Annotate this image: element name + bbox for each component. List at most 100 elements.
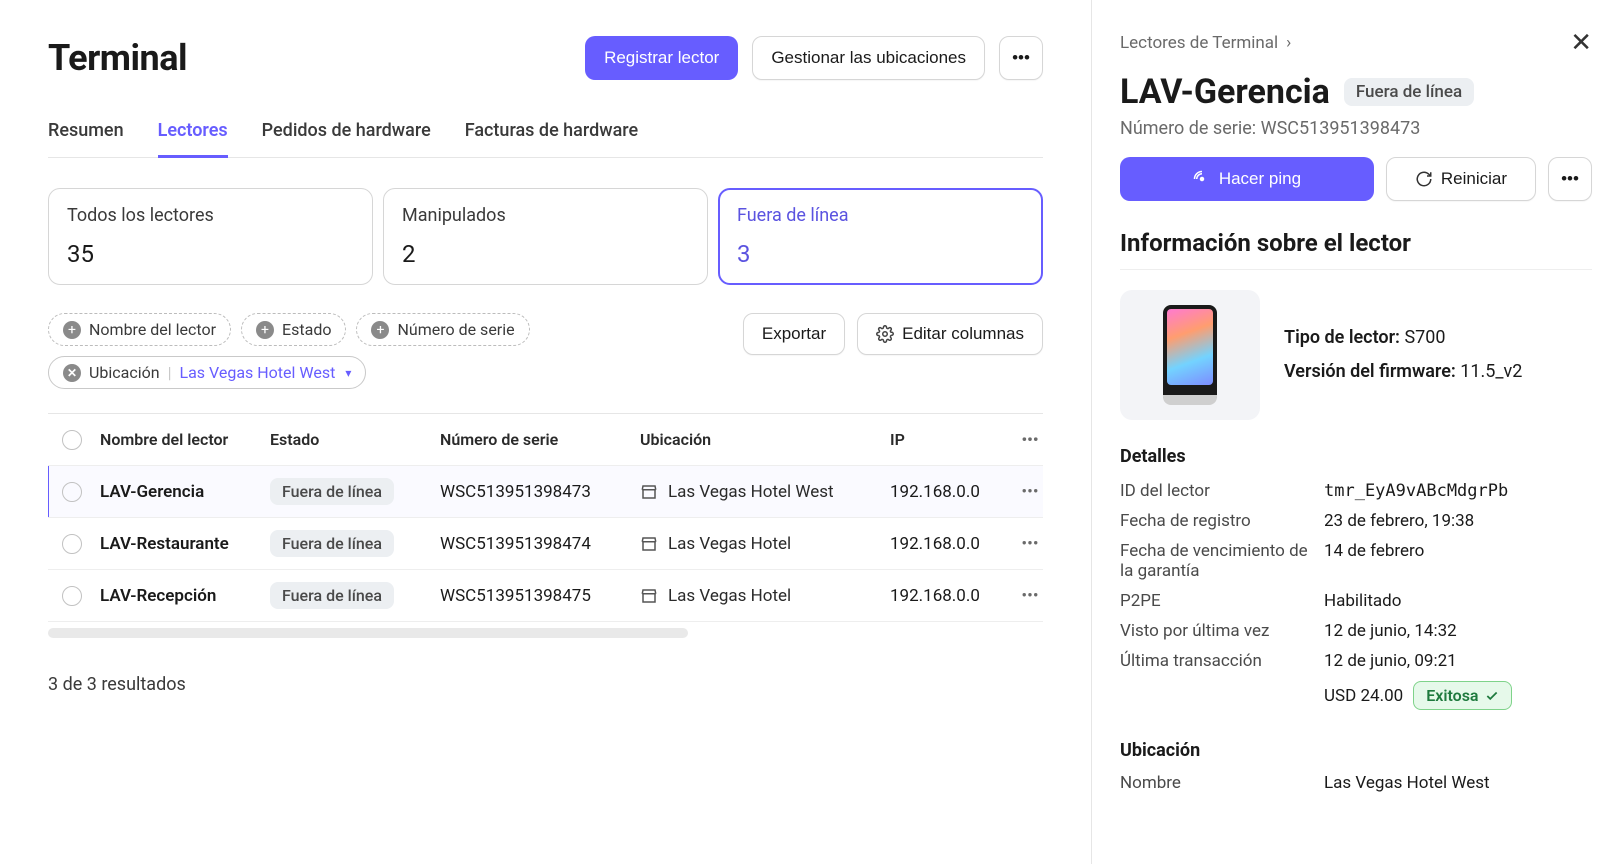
stat-value: 3: [737, 240, 1024, 268]
manage-locations-button[interactable]: Gestionar las ubicaciones: [752, 36, 985, 80]
kv-value: Las Vegas Hotel West: [1324, 773, 1592, 793]
detail-actions: Hacer ping Reiniciar •••: [1120, 157, 1592, 201]
row-checkbox[interactable]: [62, 586, 82, 606]
breadcrumb-row: Lectores de Terminal › ✕: [1120, 28, 1592, 58]
kv-value: 23 de febrero, 19:38: [1324, 511, 1592, 531]
row-more-button[interactable]: •••: [1006, 586, 1043, 606]
kv-label: Nombre: [1120, 773, 1310, 793]
reader-type-label: Tipo de lector:: [1284, 327, 1400, 348]
overflow-menu-button[interactable]: •••: [999, 36, 1043, 80]
ping-icon: [1193, 170, 1211, 188]
col-name[interactable]: Nombre del lector: [96, 430, 266, 449]
col-ip[interactable]: IP: [886, 430, 1006, 449]
section-title-info: Información sobre el lector: [1120, 229, 1592, 270]
restart-button[interactable]: Reiniciar: [1386, 157, 1536, 201]
restart-icon: [1415, 170, 1433, 188]
row-more-button[interactable]: •••: [1006, 534, 1043, 554]
edit-columns-button[interactable]: Editar columnas: [857, 313, 1043, 355]
stat-card-offline[interactable]: Fuera de línea 3: [718, 188, 1043, 285]
row-checkbox[interactable]: [62, 534, 82, 554]
cell-location: Las Vegas Hotel: [636, 534, 886, 554]
table-row[interactable]: LAV-Restaurante Fuera de línea WSC513951…: [48, 518, 1043, 570]
chip-label: Nombre del lector: [89, 320, 216, 339]
tab-hardware-invoices[interactable]: Facturas de hardware: [465, 120, 638, 157]
store-icon: [640, 483, 658, 501]
breadcrumb-label: Lectores de Terminal: [1120, 33, 1278, 53]
reader-type-value: S700: [1404, 327, 1445, 348]
results-count: 3 de 3 resultados: [48, 674, 1043, 695]
detail-title-row: LAV-Gerencia Fuera de línea: [1120, 72, 1592, 112]
col-state[interactable]: Estado: [266, 430, 436, 449]
chip-label: Ubicación: [89, 363, 160, 382]
x-circle-icon[interactable]: ✕: [63, 364, 81, 382]
plus-circle-icon: +: [63, 321, 81, 339]
main-panel: Terminal Registrar lector Gestionar las …: [0, 0, 1092, 864]
row-checkbox[interactable]: [62, 482, 82, 502]
tab-hardware-orders[interactable]: Pedidos de hardware: [262, 120, 431, 157]
table-row[interactable]: LAV-Recepción Fuera de línea WSC51395139…: [48, 570, 1043, 622]
page-title: Terminal: [48, 37, 187, 79]
select-all-checkbox[interactable]: [62, 430, 82, 450]
export-button[interactable]: Exportar: [743, 313, 845, 355]
stat-card-tampered[interactable]: Manipulados 2: [383, 188, 708, 285]
chip-label: Estado: [282, 320, 331, 339]
kv-value: 12 de junio, 14:32: [1324, 621, 1592, 641]
cell-serial: WSC513951398474: [436, 534, 636, 554]
cell-location: Las Vegas Hotel: [636, 586, 886, 606]
cell-name: LAV-Gerencia: [96, 482, 266, 502]
table-row[interactable]: LAV-Gerencia Fuera de línea WSC513951398…: [48, 466, 1043, 518]
device-thumbnail: [1120, 290, 1260, 420]
filters-row: + Nombre del lector + Estado + Número de…: [48, 313, 1043, 389]
stat-card-all[interactable]: Todos los lectores 35: [48, 188, 373, 285]
cell-ip: 192.168.0.0: [886, 534, 1006, 554]
filter-chip-name[interactable]: + Nombre del lector: [48, 313, 231, 346]
tab-readers[interactable]: Lectores: [158, 120, 228, 158]
register-reader-button[interactable]: Registrar lector: [585, 36, 738, 80]
col-location[interactable]: Ubicación: [636, 430, 886, 449]
tab-summary[interactable]: Resumen: [48, 120, 124, 157]
kv-label: P2PE: [1120, 591, 1310, 611]
kv-label: ID del lector: [1120, 481, 1310, 501]
stat-label: Todos los lectores: [67, 205, 354, 226]
breadcrumb-link[interactable]: Lectores de Terminal ›: [1120, 33, 1291, 53]
status-badge: Fuera de línea: [270, 582, 394, 609]
amount-text: USD 24.00: [1324, 686, 1403, 706]
details-grid: ID del lector tmr_EyA9vABcMdgrPb Fecha d…: [1120, 481, 1592, 710]
cell-name: LAV-Restaurante: [96, 534, 266, 554]
device-specs: Tipo de lector: S700 Versión del firmwar…: [1284, 321, 1522, 389]
firmware-value: 11.5_v2: [1460, 361, 1522, 382]
separator: |: [168, 363, 172, 382]
table-actions: Exportar Editar columnas: [743, 313, 1043, 355]
detail-title: LAV-Gerencia: [1120, 72, 1330, 112]
stat-cards: Todos los lectores 35 Manipulados 2 Fuer…: [48, 188, 1043, 285]
store-icon: [640, 535, 658, 553]
details-heading: Detalles: [1120, 446, 1592, 467]
close-button[interactable]: ✕: [1570, 28, 1592, 58]
kv-label: Visto por última vez: [1120, 621, 1310, 641]
row-more-button[interactable]: •••: [1006, 482, 1043, 502]
chip-label: Número de serie: [397, 320, 514, 339]
detail-overflow-button[interactable]: •••: [1548, 157, 1592, 201]
ping-button[interactable]: Hacer ping: [1120, 157, 1374, 201]
detail-panel: Lectores de Terminal › ✕ LAV-Gerencia Fu…: [1092, 0, 1620, 864]
store-icon: [640, 587, 658, 605]
filter-chip-location[interactable]: ✕ Ubicación | Las Vegas Hotel West ▾: [48, 356, 366, 389]
chevron-down-icon: ▾: [345, 366, 351, 380]
status-badge: Fuera de línea: [270, 478, 394, 505]
header-actions: Registrar lector Gestionar las ubicacion…: [585, 36, 1043, 80]
location-grid: Nombre Las Vegas Hotel West: [1120, 773, 1592, 793]
firmware-label: Versión del firmware:: [1284, 361, 1456, 382]
col-serial[interactable]: Número de serie: [436, 430, 636, 449]
serial-value: WSC513951398473: [1261, 118, 1421, 139]
cell-serial: WSC513951398473: [436, 482, 636, 502]
stat-label: Manipulados: [402, 205, 689, 226]
col-more[interactable]: •••: [1006, 430, 1043, 449]
filter-chip-state[interactable]: + Estado: [241, 313, 346, 346]
horizontal-scrollbar[interactable]: [48, 628, 688, 638]
stat-value: 35: [67, 240, 354, 268]
success-badge: Exitosa: [1413, 681, 1511, 710]
stat-value: 2: [402, 240, 689, 268]
cell-name: LAV-Recepción: [96, 586, 266, 606]
filter-chip-serial[interactable]: + Número de serie: [356, 313, 529, 346]
page-header: Terminal Registrar lector Gestionar las …: [48, 36, 1043, 80]
